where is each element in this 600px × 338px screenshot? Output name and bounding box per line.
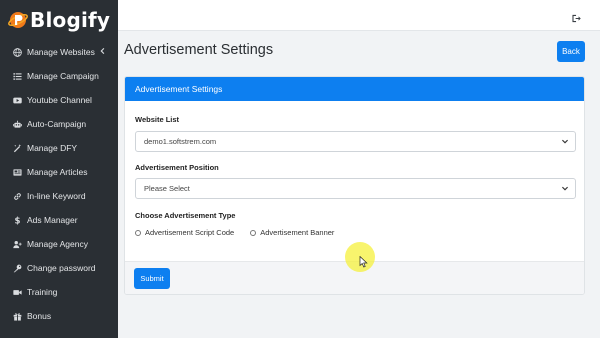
- chevron-down-icon: [561, 138, 569, 146]
- ad-position-select[interactable]: Please Select: [135, 178, 576, 199]
- sidebar-item-manage-articles[interactable]: Manage Articles: [0, 160, 118, 184]
- radio-script-code[interactable]: [135, 229, 141, 236]
- website-list-select[interactable]: demo1.softstrem.com: [135, 131, 576, 152]
- link-icon: [12, 191, 22, 201]
- ad-type-radio-group: Advertisement Script Code Advertisement …: [135, 228, 350, 237]
- ad-position-value: Please Select: [144, 184, 190, 193]
- website-list-value: demo1.softstrem.com: [144, 137, 217, 146]
- sidebar-item-label: Manage Campaign: [27, 71, 99, 81]
- youtube-icon: [12, 95, 22, 105]
- chevron-left-icon: [98, 47, 106, 55]
- sidebar-item-label: Bonus: [27, 311, 52, 321]
- sidebar-nav: Manage Websites Manage Campaign Youtube …: [0, 40, 118, 328]
- website-list-label: Website List: [135, 115, 180, 124]
- top-bar: [118, 0, 600, 31]
- radio-banner-label[interactable]: Advertisement Banner: [260, 228, 334, 237]
- sidebar-item-label: Change password: [27, 263, 96, 273]
- ad-position-label: Advertisement Position: [135, 163, 219, 172]
- logout-icon[interactable]: [572, 10, 582, 23]
- globe-icon: [12, 47, 22, 57]
- list-icon: [12, 71, 22, 81]
- newspaper-icon: [12, 167, 22, 177]
- sidebar-item-change-password[interactable]: Change password: [0, 256, 118, 280]
- user-plus-icon: [12, 239, 22, 249]
- gift-icon: [12, 311, 22, 321]
- magic-wand-icon: [12, 143, 22, 153]
- key-icon: [12, 263, 22, 273]
- sidebar-item-training[interactable]: Training: [0, 280, 118, 304]
- sidebar-item-auto-campaign[interactable]: Auto-Campaign: [0, 112, 118, 136]
- sidebar-item-manage-campaign[interactable]: Manage Campaign: [0, 64, 118, 88]
- sidebar-item-manage-dfy[interactable]: Manage DFY: [0, 136, 118, 160]
- app-name: Blogify: [30, 8, 111, 32]
- sidebar-item-label: Manage Agency: [27, 239, 88, 249]
- sidebar-item-label: Manage Websites: [27, 47, 95, 57]
- sidebar-item-youtube-channel[interactable]: Youtube Channel: [0, 88, 118, 112]
- dollar-icon: $: [12, 215, 22, 225]
- svg-text:$: $: [14, 216, 20, 224]
- robot-icon: [12, 119, 22, 129]
- sidebar-item-bonus[interactable]: Bonus: [0, 304, 118, 328]
- sidebar-item-label: Auto-Campaign: [27, 119, 87, 129]
- sidebar-item-manage-websites[interactable]: Manage Websites: [0, 40, 118, 64]
- radio-script-code-label[interactable]: Advertisement Script Code: [145, 228, 234, 237]
- sidebar-item-label: Youtube Channel: [27, 95, 92, 105]
- sidebar-item-label: Manage Articles: [27, 167, 88, 177]
- sidebar-item-label: Manage DFY: [27, 143, 78, 153]
- chevron-down-icon: [561, 185, 569, 193]
- sidebar-item-inline-keyword[interactable]: In-line Keyword: [0, 184, 118, 208]
- mouse-pointer-icon: [359, 255, 368, 268]
- sidebar-item-ads-manager[interactable]: $ Ads Manager: [0, 208, 118, 232]
- submit-button[interactable]: Submit: [134, 268, 170, 289]
- page-title: Advertisement Settings: [124, 42, 274, 58]
- video-icon: [12, 287, 22, 297]
- sidebar: Blogify Manage Websites Manage Campaign …: [0, 0, 118, 338]
- sidebar-item-label: In-line Keyword: [27, 191, 86, 201]
- sidebar-item-label: Ads Manager: [27, 215, 78, 225]
- app-logo[interactable]: Blogify: [0, 0, 118, 40]
- ad-type-label: Choose Advertisement Type: [135, 211, 236, 220]
- sidebar-item-label: Training: [27, 287, 58, 297]
- card-header: Advertisement Settings: [125, 77, 584, 101]
- radio-banner[interactable]: [250, 229, 257, 236]
- sidebar-item-manage-agency[interactable]: Manage Agency: [0, 232, 118, 256]
- back-button[interactable]: Back: [557, 41, 585, 62]
- logo-icon: [8, 10, 28, 30]
